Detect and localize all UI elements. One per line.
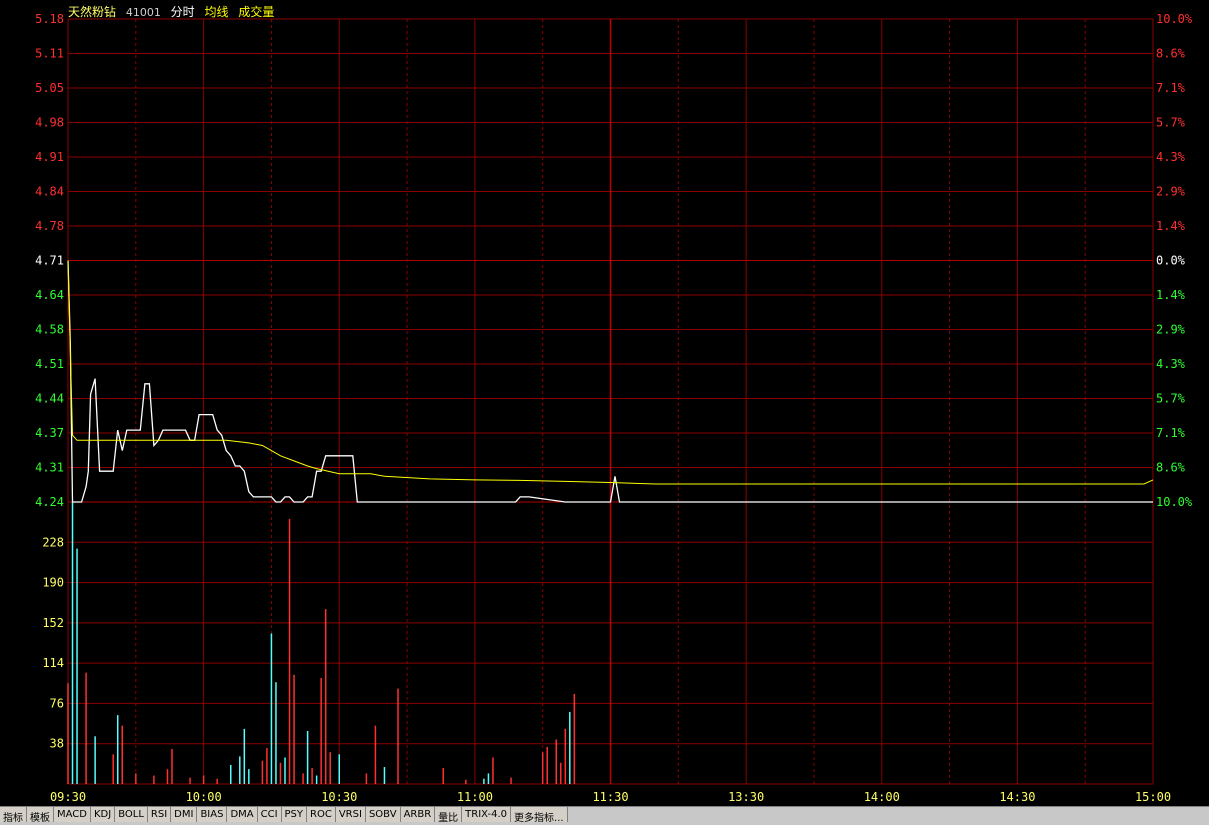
price-tick-label: 5.11 [35,47,64,61]
volume-tick-label: 228 [42,535,64,549]
tab-volume-ratio[interactable]: 量比 [435,807,463,824]
time-tick-label: 15:00 [1135,790,1171,804]
tab-template[interactable]: 模板 [27,807,54,824]
tab-vrsi[interactable]: VRSI [335,807,366,822]
percent-tick-label: 0.0% [1156,254,1186,268]
volume-tick-label: 114 [42,656,64,670]
stock-code: 41001 [125,6,161,19]
price-tick-label: 4.71 [35,254,64,268]
price-tick-label: 4.91 [35,150,64,164]
price-tick-label: 5.05 [35,81,64,95]
price-tick-label: 4.64 [35,288,64,302]
tab-bias[interactable]: BIAS [197,807,228,822]
time-tick-label: 13:30 [728,790,764,804]
price-tick-label: 4.37 [35,426,64,440]
tab-trix[interactable]: TRIX-4.0 [462,807,512,822]
percent-tick-label: 2.9% [1156,323,1186,337]
volume-tick-label: 38 [50,737,64,751]
percent-tick-label: 5.7% [1156,392,1186,406]
tab-sobv[interactable]: SOBV [365,807,401,822]
intraday-chart[interactable]: 5.18 10.0% 5.11 8.6% 5.05 7.1% 4.98 5.7% 4.91 4.3… [0,0,1209,806]
volume-tick-label: 190 [42,576,64,590]
volume-tick-label: 152 [42,616,64,630]
time-tick-label: 10:00 [186,790,222,804]
percent-tick-label: 5.7% [1156,116,1186,130]
tab-more-indicators[interactable]: 更多指标... [511,807,568,824]
time-tick-label: 14:00 [864,790,900,804]
time-tick-label: 10:30 [321,790,357,804]
percent-tick-label: 2.9% [1156,185,1186,199]
time-tick-label: 11:00 [457,790,493,804]
tab-kdj[interactable]: KDJ [90,807,116,822]
percent-tick-label: 4.3% [1156,150,1186,164]
price-tick-label: 4.31 [35,461,64,475]
mode-label: 分时 [170,5,195,19]
tab-indicator[interactable]: 指标 [0,807,27,824]
volume-label: 成交量 [238,5,275,19]
avg-line-label: 均线 [204,5,229,19]
percent-tick-label: 1.4% [1156,219,1186,233]
price-tick-label: 4.58 [35,323,64,337]
stock-name: 天然粉钻 [68,5,117,19]
tab-dma[interactable]: DMA [227,807,258,822]
tab-dmi[interactable]: DMI [171,807,198,822]
price-tick-label: 4.44 [35,392,64,406]
percent-tick-label: 10.0% [1156,495,1193,509]
percent-tick-label: 10.0% [1156,12,1193,26]
tab-psy[interactable]: PSY [281,807,308,822]
percent-tick-label: 7.1% [1156,81,1186,95]
volume-tick-label: 76 [50,696,64,710]
tab-cci[interactable]: CCI [257,807,282,822]
indicator-tab-bar: 指标 模板 MACD KDJ BOLL RSI DMI BIAS DMA CCI… [0,806,1209,825]
tab-boll[interactable]: BOLL [115,807,148,822]
price-tick-label: 4.51 [35,357,64,371]
price-tick-label: 4.98 [35,116,64,130]
price-tick-label: 5.18 [35,12,64,26]
tab-roc[interactable]: ROC [307,807,336,822]
percent-tick-label: 7.1% [1156,426,1186,440]
tab-arbr[interactable]: ARBR [400,807,436,822]
time-tick-label: 14:30 [999,790,1035,804]
time-tick-label: 11:30 [592,790,628,804]
percent-tick-label: 8.6% [1156,47,1186,61]
price-tick-label: 4.78 [35,219,64,233]
price-tick-label: 4.84 [35,185,64,199]
percent-tick-label: 4.3% [1156,357,1186,371]
percent-tick-label: 8.6% [1156,461,1186,475]
price-tick-label: 4.24 [35,495,64,509]
tab-rsi[interactable]: RSI [147,807,172,822]
chart-header: 天然粉钻 41001 分时 均线 成交量 [68,3,280,20]
percent-tick-label: 1.4% [1156,288,1186,302]
tab-macd[interactable]: MACD [54,807,91,822]
time-tick-label: 09:30 [50,790,86,804]
